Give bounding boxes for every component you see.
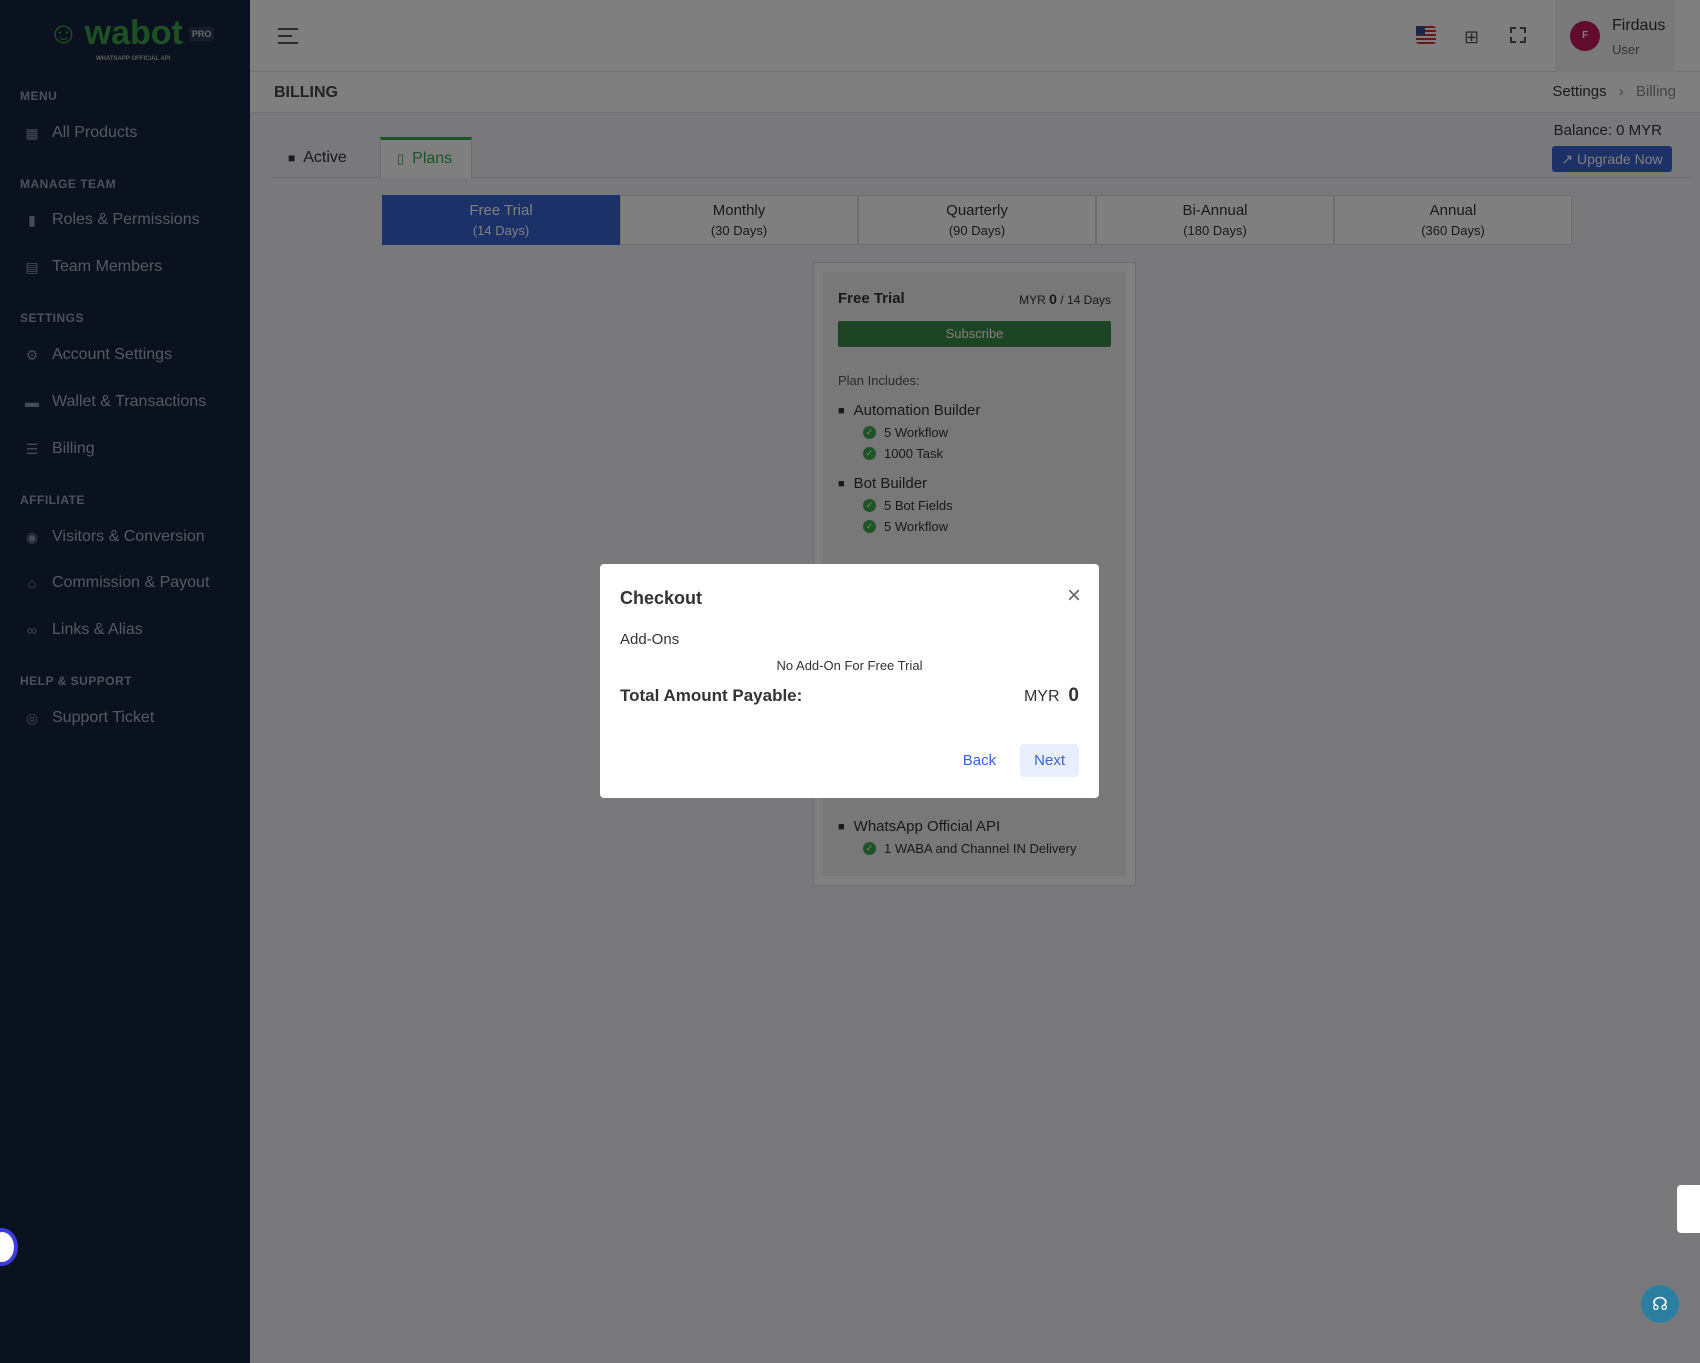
headset-icon: ☊ — [1652, 1294, 1668, 1314]
no-addon-text: No Add-On For Free Trial — [776, 658, 923, 673]
addons-label: Add-Ons — [620, 631, 680, 648]
total-amount: MYR 0 — [1023, 685, 1079, 706]
back-button[interactable]: Back — [951, 744, 1008, 777]
fab-button[interactable] — [1677, 1185, 1700, 1233]
support-chat-button[interactable]: ☊ — [1641, 1285, 1679, 1323]
next-button[interactable]: Next — [1020, 744, 1079, 777]
modal-title: Checkout — [620, 588, 703, 608]
checkout-modal: Checkout × Add-Ons No Add-On For Free Tr… — [600, 564, 1099, 798]
close-icon[interactable]: × — [1067, 582, 1081, 610]
total-label: Total Amount Payable: — [620, 686, 803, 705]
